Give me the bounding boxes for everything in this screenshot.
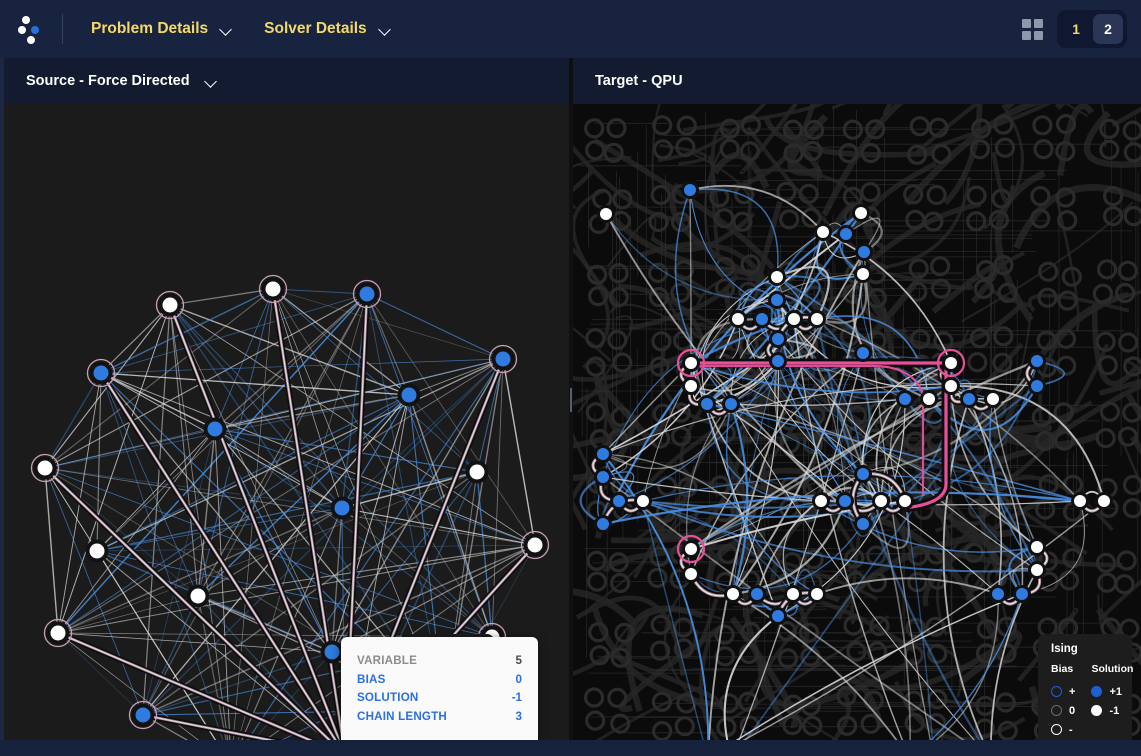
menu-problem-details-label: Problem Details <box>91 20 209 37</box>
menu-solver-details[interactable]: Solver Details <box>248 0 407 58</box>
panel-source-title: Source - Force Directed <box>26 73 190 89</box>
legend-row-bias-zero: 0 <box>1051 701 1075 720</box>
bias-zero-swatch-icon <box>1051 705 1062 716</box>
legend-label: 0 <box>1069 704 1076 717</box>
legend-row-solution-plus1: +1 <box>1091 682 1133 701</box>
legend-label: - <box>1069 723 1073 736</box>
solution-plus1-swatch-icon <box>1091 686 1103 697</box>
legend-label: + <box>1069 685 1076 698</box>
legend-row-bias-negative: - <box>1051 720 1075 739</box>
top-bar: Problem Details Solver Details 1 2 <box>0 0 1141 58</box>
dwave-logo-icon[interactable] <box>18 14 44 44</box>
tooltip-key: SOLUTION <box>357 691 419 705</box>
legend-title: Ising <box>1051 643 1078 655</box>
legend-label: -1 <box>1109 704 1120 717</box>
tooltip-key: CHAIN LENGTH <box>357 709 447 723</box>
legend-column-bias: Bias + 0 - <box>1051 663 1075 739</box>
menu-problem-details[interactable]: Problem Details <box>75 0 248 58</box>
menu-solver-details-label: Solver Details <box>264 20 367 37</box>
chevron-down-icon[interactable] <box>206 76 217 87</box>
tooltip-row-solution: SOLUTION -1 <box>357 688 522 707</box>
bias-negative-swatch-icon <box>1051 724 1062 735</box>
panel-target-header: Target - QPU <box>573 58 1141 104</box>
bottom-status-strip <box>0 740 1141 756</box>
tooltip-value: 5 <box>515 653 522 667</box>
legend-label: +1 <box>1109 685 1122 698</box>
view-toggle-option-1[interactable]: 1 <box>1061 14 1091 44</box>
tooltip-value: 0 <box>515 672 522 686</box>
chevron-down-icon <box>221 24 232 35</box>
panel-source-header: Source - Force Directed <box>4 58 569 104</box>
bias-positive-swatch-icon <box>1051 686 1062 697</box>
legend-row-solution-minus1: -1 <box>1091 701 1133 720</box>
legend-solution-header: Solution <box>1091 663 1134 675</box>
tooltip-key: VARIABLE <box>357 653 417 667</box>
view-toggle-option-2[interactable]: 2 <box>1093 14 1123 44</box>
tooltip-row-bias: BIAS 0 <box>357 670 522 689</box>
main-menu: Problem Details Solver Details <box>63 0 407 58</box>
grid-layout-icon[interactable] <box>1022 18 1043 40</box>
view-count-toggle: 1 2 <box>1057 10 1127 48</box>
legend-target: Ising Bias + 0 - Solution +1 -1 <box>1038 634 1133 750</box>
tooltip-key: BIAS <box>357 672 386 686</box>
top-bar-right-controls: 1 2 <box>1022 10 1141 48</box>
legend-bias-header: Bias <box>1051 663 1074 675</box>
app-root: Problem Details Solver Details 1 2 Sourc… <box>0 0 1141 756</box>
tooltip-row-chain-length: CHAIN LENGTH 3 <box>357 707 522 726</box>
tooltip-row-variable: VARIABLE 5 <box>357 651 522 670</box>
legend-column-solution: Solution +1 -1 <box>1091 663 1133 739</box>
tooltip-value: 3 <box>515 709 522 723</box>
panel-splitter-handle[interactable] <box>569 58 573 740</box>
chevron-down-icon <box>380 24 391 35</box>
panel-target-title: Target - QPU <box>595 73 683 89</box>
tooltip-value: -1 <box>511 691 522 705</box>
solution-minus1-swatch-icon <box>1091 705 1103 716</box>
node-tooltip: VARIABLE 5 BIAS 0 SOLUTION -1 CHAIN LENG… <box>341 637 538 749</box>
legend-row-bias-positive: + <box>1051 682 1075 701</box>
